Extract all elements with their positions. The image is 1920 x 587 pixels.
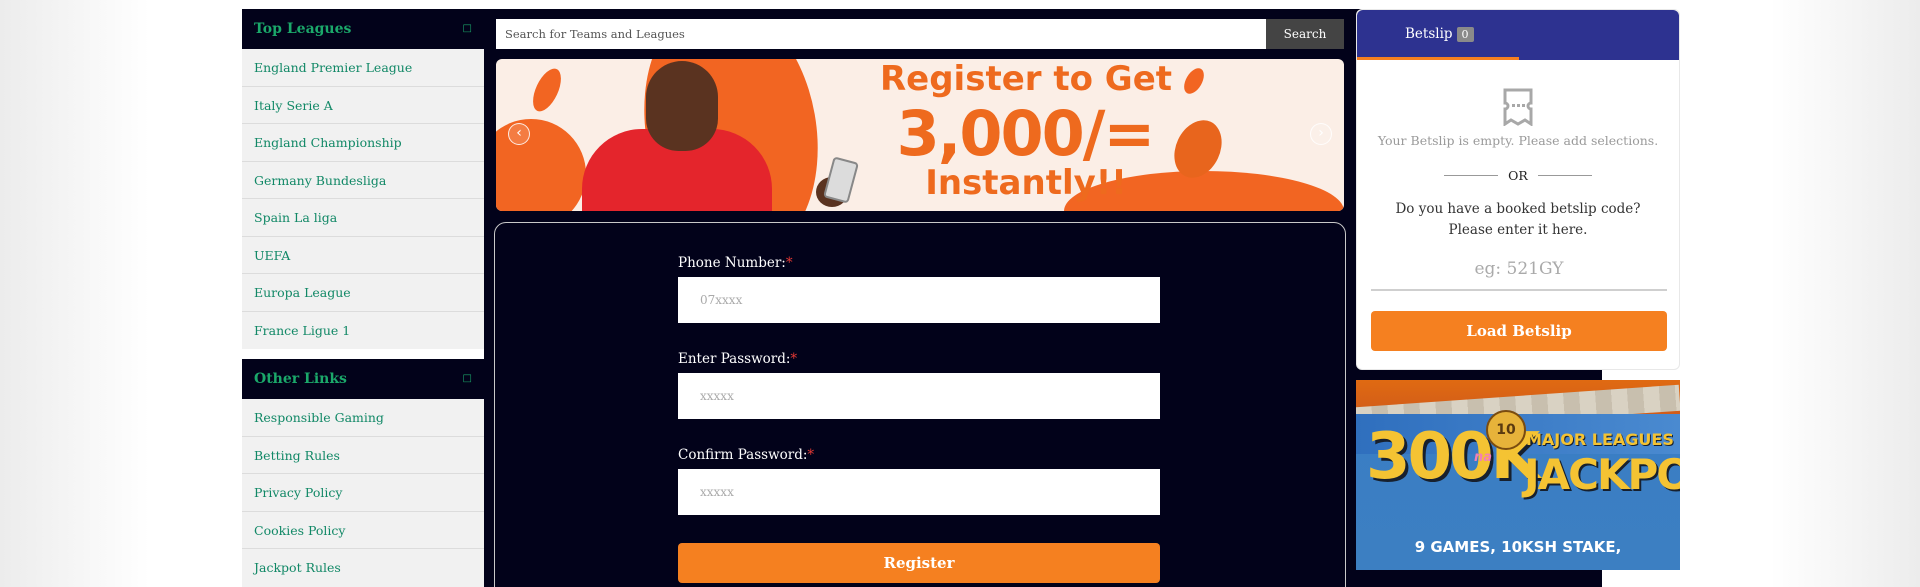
jackpot-na-text: na xyxy=(1474,450,1493,465)
jackpot-banner[interactable]: 300K na 10 MAJOR LEAGUES JACKPOT! 9 GAME… xyxy=(1356,380,1680,570)
banner-subline: Instantly!! xyxy=(925,163,1127,203)
betslip-count-badge: 0 xyxy=(1456,27,1474,42)
required-mark: * xyxy=(807,447,815,463)
sidebar-item-league[interactable]: Germany Bundesliga xyxy=(242,161,484,199)
other-links-title: Other Links xyxy=(254,371,347,387)
sidebar-item-link[interactable]: Cookies Policy xyxy=(242,511,484,549)
collapse-icon[interactable]: □ xyxy=(463,359,472,399)
password-input[interactable] xyxy=(678,373,1160,419)
sidebar-item-league[interactable]: UEFA xyxy=(242,236,484,274)
collapse-icon[interactable]: □ xyxy=(463,9,472,49)
jackpot-details: 9 GAMES, 10KSH STAKE, xyxy=(1414,538,1622,556)
required-mark: * xyxy=(790,351,798,367)
sidebar-item-league[interactable]: Spain La liga xyxy=(242,199,484,237)
confirm-password-label: Confirm Password:* xyxy=(678,447,815,463)
jackpot-title: JACKPOT! xyxy=(1524,450,1680,499)
banner-person-head xyxy=(646,61,718,151)
chevron-left-icon[interactable]: ‹ xyxy=(508,123,530,145)
other-links-header[interactable]: Other Links □ xyxy=(242,359,484,399)
banner-amount: 3,000/= xyxy=(896,97,1156,170)
betslip-tab-label: Betslip 0 xyxy=(1405,26,1474,42)
required-mark: * xyxy=(785,255,793,271)
password-label: Enter Password:* xyxy=(678,351,798,367)
jackpot-badge: 10 xyxy=(1486,410,1526,450)
phone-icon xyxy=(823,156,859,204)
chevron-right-icon[interactable]: › xyxy=(1310,123,1332,145)
active-tab-indicator xyxy=(1357,57,1519,60)
sidebar-item-league[interactable]: Italy Serie A xyxy=(242,86,484,124)
top-leagues-list: England Premier League Italy Serie A Engla… xyxy=(242,49,484,349)
or-divider: OR xyxy=(1371,168,1665,183)
jackpot-major-leagues: MAJOR LEAGUES xyxy=(1526,430,1674,449)
or-text: OR xyxy=(1508,168,1528,183)
sidebar-item-league[interactable]: England Championship xyxy=(242,124,484,162)
betslip-empty-message: Your Betslip is empty. Please add select… xyxy=(1377,133,1659,148)
ticket-icon xyxy=(1503,88,1533,126)
phone-label: Phone Number:* xyxy=(678,255,793,271)
confirm-password-input[interactable] xyxy=(678,469,1160,515)
sidebar-item-link[interactable]: Betting Rules xyxy=(242,436,484,474)
banner-decoration xyxy=(1180,64,1208,98)
load-betslip-button[interactable]: Load Betslip xyxy=(1371,311,1667,351)
betslip-tab[interactable]: Betslip 0 xyxy=(1357,10,1679,60)
sidebar-item-link[interactable]: Jackpot Rules xyxy=(242,549,484,587)
register-button[interactable]: Register xyxy=(678,543,1160,583)
top-leagues-title: Top Leagues xyxy=(254,21,352,37)
sidebar-item-link[interactable]: Responsible Gaming xyxy=(242,399,484,437)
other-links-list: Responsible Gaming Betting Rules Privacy P… xyxy=(242,399,484,587)
search-bar: Search xyxy=(496,19,1344,49)
promo-banner[interactable]: Register to Get 3,000/= Instantly!! ‹ › xyxy=(496,59,1344,211)
phone-field-group: Phone Number:* xyxy=(678,255,1160,323)
sidebar-item-link[interactable]: Privacy Policy xyxy=(242,474,484,512)
betslip-panel: Betslip 0 Your Betslip is empty. Please a… xyxy=(1356,9,1680,370)
top-leagues-header[interactable]: Top Leagues □ xyxy=(242,9,484,49)
sidebar-item-league[interactable]: Europa League xyxy=(242,274,484,312)
confirm-password-field-group: Confirm Password:* xyxy=(678,447,1160,515)
page: Top Leagues □ England Premier League Ital… xyxy=(242,9,1680,587)
password-field-group: Enter Password:* xyxy=(678,351,1160,419)
sidebar-item-league[interactable]: France Ligue 1 xyxy=(242,311,484,349)
left-sidebar: Top Leagues □ England Premier League Ital… xyxy=(242,9,484,587)
right-column: Betslip 0 Your Betslip is empty. Please a… xyxy=(1356,9,1680,570)
betslip-code-input[interactable] xyxy=(1371,249,1667,291)
sidebar-item-league[interactable]: England Premier League xyxy=(242,49,484,87)
banner-decoration xyxy=(527,64,567,116)
booked-code-prompt: Do you have a booked betslip code? Pleas… xyxy=(1395,201,1641,238)
banner-headline: Register to Get xyxy=(879,59,1173,99)
register-form: Phone Number:* Enter Password:* Confirm … xyxy=(494,222,1346,587)
phone-input[interactable] xyxy=(678,277,1160,323)
search-input[interactable] xyxy=(496,19,1266,49)
search-button[interactable]: Search xyxy=(1266,19,1344,49)
